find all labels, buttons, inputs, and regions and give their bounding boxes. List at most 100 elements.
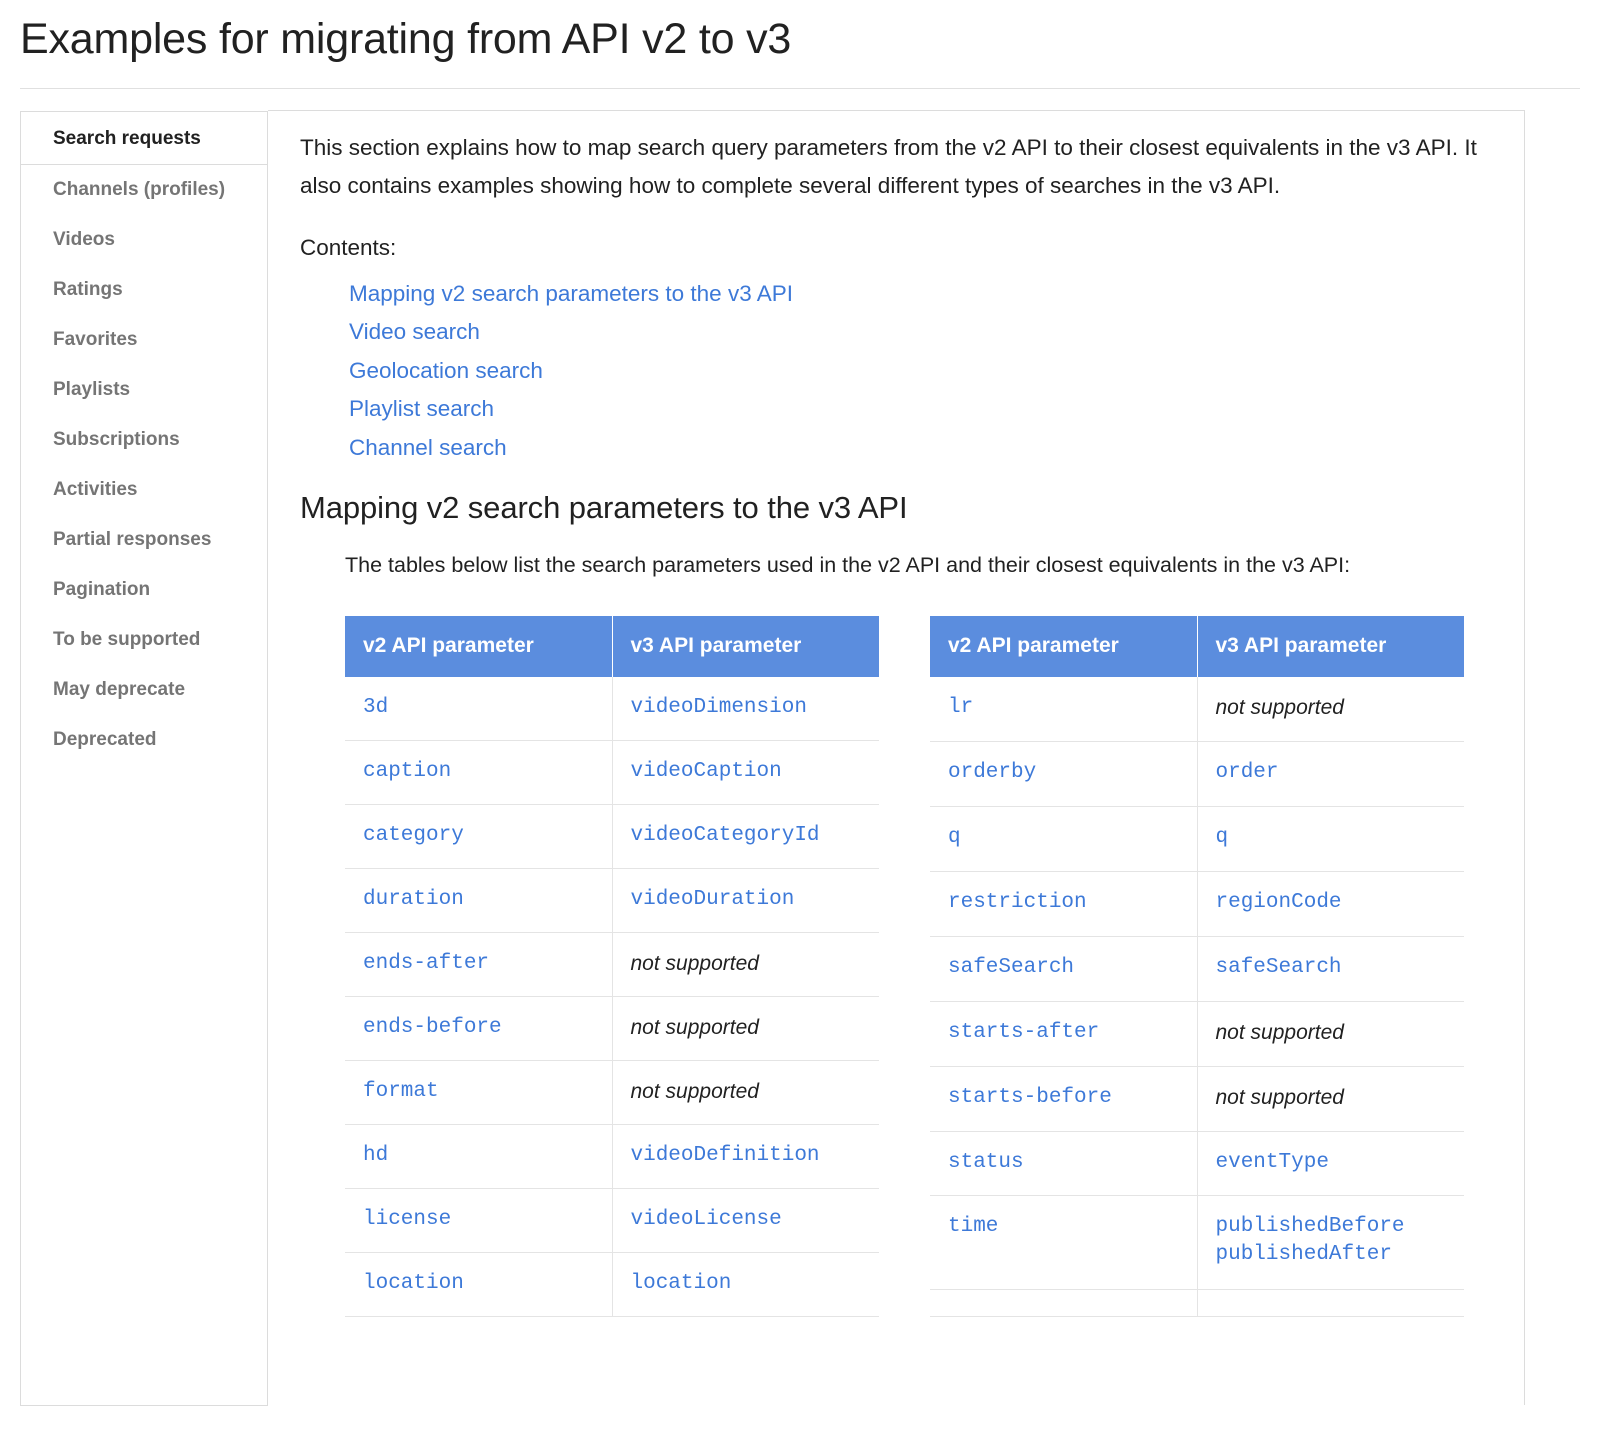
section-intro-paragraph: The tables below list the search paramet… xyxy=(345,552,1351,577)
v3-parameter-value[interactable]: publishedAfter xyxy=(1216,1241,1447,1269)
table-row: starts-before not supported xyxy=(930,1066,1464,1132)
v2-parameter-cell[interactable]: q xyxy=(930,806,1198,872)
column-header: v3 API parameter xyxy=(612,615,879,677)
v2-parameter-cell[interactable]: category xyxy=(345,804,613,869)
main-content: This section explains how to map search … xyxy=(268,109,1525,1405)
v2-parameter-cell[interactable]: ends-after xyxy=(345,932,613,997)
v3-parameter-cell: not supported xyxy=(1197,1066,1464,1132)
v2-parameter-cell[interactable] xyxy=(930,1289,1198,1317)
table-row: time publishedBefore publishedAfter xyxy=(930,1195,1464,1290)
toc-item: Playlist search xyxy=(349,390,1479,429)
v2-parameter-cell[interactable]: duration xyxy=(345,868,613,933)
table-row: license videoLicense xyxy=(345,1188,879,1253)
sidebar-item-channels-profiles[interactable]: Channels (profiles) xyxy=(21,165,268,215)
v2-parameter-cell[interactable]: hd xyxy=(345,1124,613,1189)
v3-parameter-cell[interactable]: videoDuration xyxy=(612,868,879,933)
v2-parameter-cell[interactable]: orderby xyxy=(930,741,1198,807)
sidebar-item-pagination[interactable]: Pagination xyxy=(21,565,268,615)
table-of-contents: Mapping v2 search parameters to the v3 A… xyxy=(300,275,1479,468)
v2-parameter-cell[interactable]: starts-before xyxy=(930,1066,1198,1132)
v3-parameter-cell[interactable] xyxy=(1197,1289,1464,1317)
v3-parameter-cell[interactable]: videoCategoryId xyxy=(612,804,879,869)
v3-parameter-cell[interactable]: videoLicense xyxy=(612,1188,879,1253)
table-row: hd videoDefinition xyxy=(345,1124,879,1189)
v2-parameter-cell[interactable]: restriction xyxy=(930,871,1198,937)
v3-parameter-cell[interactable]: videoDimension xyxy=(612,676,879,741)
table-row: 3d videoDimension xyxy=(345,676,879,741)
table-row: starts-after not supported xyxy=(930,1001,1464,1067)
v3-parameter-cell: not supported xyxy=(612,1060,879,1125)
toc-item: Channel search xyxy=(349,429,1479,468)
v2-parameter-cell[interactable]: starts-after xyxy=(930,1001,1198,1067)
v3-parameter-cell[interactable]: eventType xyxy=(1197,1131,1464,1197)
sidebar-item-search-requests[interactable]: Search requests xyxy=(21,111,268,165)
table-row: status eventType xyxy=(930,1131,1464,1197)
v3-parameter-cell[interactable]: videoCaption xyxy=(612,740,879,805)
v2-parameter-cell[interactable]: time xyxy=(930,1195,1198,1290)
toc-link-video-search[interactable]: Video search xyxy=(349,313,480,352)
v2-parameter-cell[interactable]: license xyxy=(345,1188,613,1253)
v3-parameter-cell: not supported xyxy=(1197,1001,1464,1067)
v2-parameter-cell[interactable]: location xyxy=(345,1252,613,1317)
v3-parameter-cell[interactable]: location xyxy=(612,1252,879,1317)
sidebar-item-activities[interactable]: Activities xyxy=(21,465,268,515)
sidebar-item-may-deprecate[interactable]: May deprecate xyxy=(21,665,268,715)
table-row: caption videoCaption xyxy=(345,740,879,805)
param-table-right: v2 API parameter v3 API parameter lr not su… xyxy=(930,615,1464,1317)
sidebar-item-videos[interactable]: Videos xyxy=(21,215,268,265)
v2-parameter-cell[interactable]: 3d xyxy=(345,676,613,741)
v3-parameter-cell[interactable]: regionCode xyxy=(1197,871,1464,937)
sidebar-item-deprecated[interactable]: Deprecated xyxy=(21,715,268,765)
table-row: category videoCategoryId xyxy=(345,804,879,869)
v3-parameter-cell: not supported xyxy=(612,932,879,997)
toc-link-playlist-search[interactable]: Playlist search xyxy=(349,390,494,429)
table-row: duration videoDuration xyxy=(345,868,879,933)
table-header-row: v2 API parameter v3 API parameter xyxy=(345,615,879,677)
toc-link-geolocation-search[interactable]: Geolocation search xyxy=(349,352,543,391)
v3-parameter-value[interactable]: publishedBefore xyxy=(1216,1213,1447,1241)
sidebar-nav: Search requests Channels (profiles) Videos… xyxy=(20,110,268,1406)
param-table-left: v2 API parameter v3 API parameter 3d videoD… xyxy=(345,615,879,1317)
contents-label: Contents: xyxy=(300,234,397,260)
section-heading: Mapping v2 search parameters to the v3 A… xyxy=(300,490,908,526)
toc-item: Geolocation search xyxy=(349,352,1479,391)
v2-parameter-cell[interactable]: status xyxy=(930,1131,1198,1197)
column-header: v2 API parameter xyxy=(930,615,1198,677)
v3-parameter-cell[interactable]: videoDefinition xyxy=(612,1124,879,1189)
column-header: v2 API parameter xyxy=(345,615,613,677)
toc-item: Video search xyxy=(349,313,1479,352)
table-row: restriction regionCode xyxy=(930,871,1464,937)
intro-paragraph: This section explains how to map search … xyxy=(300,134,1477,198)
sidebar-item-to-be-supported[interactable]: To be supported xyxy=(21,615,268,665)
page-header: Examples for migrating from API v2 to v3 xyxy=(0,0,1600,88)
v3-parameter-cell: not supported xyxy=(1197,676,1464,742)
table-row: location location xyxy=(345,1252,879,1317)
table-row: ends-before not supported xyxy=(345,996,879,1061)
table-row xyxy=(930,1289,1464,1317)
table-row: format not supported xyxy=(345,1060,879,1125)
sidebar-item-partial-responses[interactable]: Partial responses xyxy=(21,515,268,565)
toc-link-mapping-v2-search-parameters-to-the-v3-api[interactable]: Mapping v2 search parameters to the v3 A… xyxy=(349,275,793,314)
v3-parameter-cell[interactable]: publishedBefore publishedAfter xyxy=(1197,1195,1464,1290)
v3-parameter-cell[interactable]: q xyxy=(1197,806,1464,872)
v2-parameter-cell[interactable]: ends-before xyxy=(345,996,613,1061)
table-row: orderby order xyxy=(930,741,1464,807)
sidebar-item-playlists[interactable]: Playlists xyxy=(21,365,268,415)
v2-parameter-cell[interactable]: caption xyxy=(345,740,613,805)
v3-parameter-cell[interactable]: order xyxy=(1197,741,1464,807)
v3-parameter-cell[interactable]: safeSearch xyxy=(1197,936,1464,1002)
v2-parameter-cell[interactable]: safeSearch xyxy=(930,936,1198,1002)
page-title: Examples for migrating from API v2 to v3 xyxy=(20,15,792,63)
toc-link-channel-search[interactable]: Channel search xyxy=(349,429,507,468)
sidebar-item-favorites[interactable]: Favorites xyxy=(21,315,268,365)
parameter-tables: v2 API parameter v3 API parameter 3d videoD… xyxy=(300,610,1479,1317)
page-layout: Search requests Channels (profiles) Videos… xyxy=(0,89,1600,1406)
v2-parameter-cell[interactable]: lr xyxy=(930,676,1198,742)
table-row: safeSearch safeSearch xyxy=(930,936,1464,1002)
v2-parameter-cell[interactable]: format xyxy=(345,1060,613,1125)
v3-parameter-cell: not supported xyxy=(612,996,879,1061)
sidebar-item-subscriptions[interactable]: Subscriptions xyxy=(21,415,268,465)
column-header: v3 API parameter xyxy=(1197,615,1464,677)
sidebar-item-ratings[interactable]: Ratings xyxy=(21,265,268,315)
table-row: ends-after not supported xyxy=(345,932,879,997)
